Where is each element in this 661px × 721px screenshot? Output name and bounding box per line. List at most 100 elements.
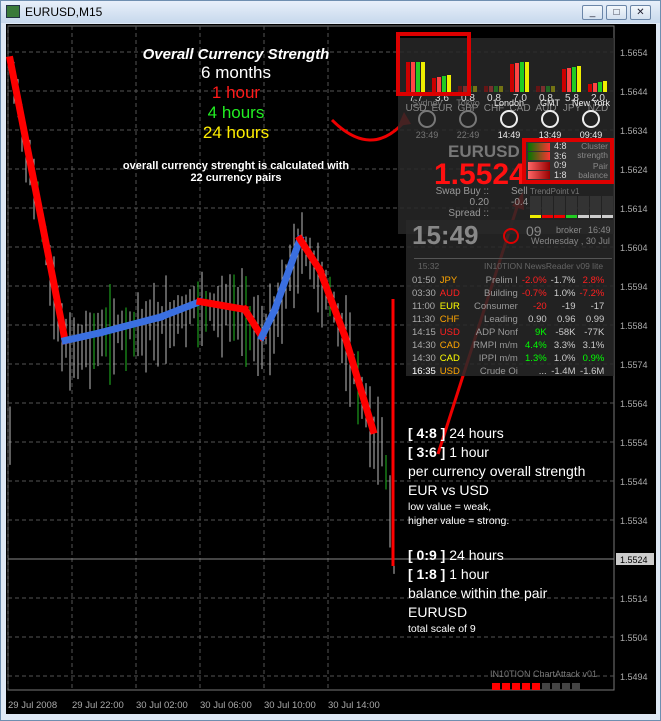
trend-segment bbox=[315, 265, 350, 342]
swap-label: Swap Buy :: bbox=[435, 186, 489, 197]
news-time: 11:00 bbox=[412, 301, 436, 312]
period-1hour: 1 hour bbox=[211, 83, 261, 102]
news-event: Leading bbox=[484, 314, 518, 325]
trend-segment bbox=[270, 234, 305, 314]
news-row[interactable]: 16:35 USD Crude Oi... -1.4M -1.6M bbox=[410, 365, 606, 378]
news-row[interactable]: 11:30 CHF Leading 0.90 0.96 0.99 bbox=[410, 313, 606, 326]
chartattack-cell bbox=[502, 683, 510, 690]
news-time: 11:30 bbox=[412, 314, 436, 325]
clock-city: GMT bbox=[540, 98, 560, 108]
trendpoint-bar bbox=[602, 196, 613, 218]
news-row[interactable]: 01:50 JPY Prelim I -2.0% -1.7% 2.8% bbox=[410, 274, 606, 287]
news-time: 03:30 bbox=[412, 288, 436, 299]
news-currency: CAD bbox=[439, 340, 460, 351]
clock-city: Tokyo bbox=[456, 98, 480, 108]
trendpoint-bar bbox=[578, 196, 589, 218]
chart-icon bbox=[6, 5, 20, 18]
annotation-text: per currency overall strength bbox=[408, 463, 586, 479]
trendpoint-label: TrendPoint v1 bbox=[530, 187, 580, 196]
price-tick: 1.5554 bbox=[620, 438, 648, 448]
broker-label: broker bbox=[556, 225, 582, 235]
price-tick: 1.5564 bbox=[620, 399, 648, 409]
chartattack-cell bbox=[532, 683, 540, 690]
news-event: Consumer bbox=[474, 301, 518, 312]
clock-time: 22:49 bbox=[456, 130, 480, 140]
news-forecast: 0.96 bbox=[557, 314, 576, 325]
clock-icon bbox=[418, 110, 436, 128]
annotation-cluster: [ 4:8 ] 24 hours [ 3:6 ] 1 hour per curr… bbox=[408, 424, 585, 528]
price-tick: 1.5594 bbox=[620, 282, 648, 292]
chartattack-label: IN10TION ChartAttack v01 bbox=[490, 669, 598, 679]
news-event: IPPI m/m bbox=[478, 353, 518, 364]
price-tick: 1.5624 bbox=[620, 165, 648, 175]
cluster-strength-label: Cluster strength bbox=[577, 141, 608, 160]
chartattack-cell bbox=[552, 683, 560, 690]
clock-icon bbox=[541, 110, 559, 128]
period-label: 24 hours bbox=[449, 547, 504, 563]
news-time: 14:30 bbox=[412, 353, 436, 364]
news-forecast: -58K bbox=[555, 327, 576, 338]
news-currency: CHF bbox=[439, 314, 460, 325]
news-forecast: 3.3% bbox=[553, 340, 576, 351]
price-tick: 1.5514 bbox=[620, 594, 648, 604]
news-time: 01:50 bbox=[412, 275, 436, 286]
news-actual: -20 bbox=[532, 301, 547, 312]
news-event: Building bbox=[484, 288, 518, 299]
trend-segment bbox=[6, 55, 70, 345]
swap-info: Swap Buy :: 0.20 Spread :: bbox=[431, 186, 489, 219]
trendpoint-bar bbox=[566, 196, 577, 218]
price-tick: 1.5544 bbox=[620, 477, 648, 487]
swap-sell-info: Sell -0.4 bbox=[511, 186, 528, 208]
news-previous: 2.8% bbox=[582, 275, 605, 286]
price-tick: 1.5534 bbox=[620, 516, 648, 526]
chartattack-cell bbox=[572, 683, 580, 690]
news-forecast: 1.0% bbox=[553, 353, 576, 364]
code-label: [ 1:8 ] bbox=[408, 566, 446, 582]
note-line: 22 currency pairs bbox=[190, 172, 282, 184]
highlight-frame bbox=[396, 32, 471, 96]
trend-segment bbox=[239, 304, 267, 342]
news-time: 15:32 bbox=[418, 261, 440, 271]
note-line: overall currency strenght is calculated … bbox=[122, 160, 350, 172]
news-forecast: -1.7% bbox=[550, 275, 576, 286]
annotation-text: balance within the pair bbox=[408, 585, 548, 601]
news-previous: 0.99 bbox=[585, 314, 605, 325]
period-6months: 6 months bbox=[201, 63, 271, 82]
price-tick: 1.5614 bbox=[620, 204, 648, 214]
period-label: 1 hour bbox=[449, 444, 489, 460]
news-table: 01:50 JPY Prelim I -2.0% -1.7% 2.8% 03:30 AUD Bu… bbox=[410, 274, 606, 378]
trend-segment bbox=[340, 332, 378, 435]
broker-clock: 15:49 bbox=[412, 220, 479, 250]
news-currency: AUD bbox=[439, 288, 460, 299]
minimize-button[interactable]: _ bbox=[582, 5, 603, 20]
news-time: 14:15 bbox=[412, 327, 436, 338]
clock-tokyo: Tokyo 22:49 bbox=[447, 98, 489, 140]
news-currency: JPY bbox=[439, 275, 458, 286]
maximize-button[interactable]: □ bbox=[606, 5, 627, 20]
clock-icon bbox=[500, 110, 518, 128]
news-row[interactable]: 11:00 EUR Consumer -20 -19 -17 bbox=[410, 300, 606, 313]
news-actual: 9K bbox=[535, 327, 547, 338]
clock-gmt: GMT 13:49 bbox=[529, 98, 571, 140]
news-actual: 1.3% bbox=[525, 353, 547, 364]
price-chart[interactable]: 1.5654 1.5644 1.5634 1.5624 1.5614 1.5604 1.55… bbox=[6, 24, 656, 714]
news-row[interactable]: 03:30 AUD Building -0.7% 1.0% -7.2% bbox=[410, 287, 606, 300]
clock-new-york: New York 09:49 bbox=[570, 98, 612, 140]
news-row[interactable]: 14:30 CAD IPPI m/m 1.3% 1.0% 0.9% bbox=[410, 352, 606, 365]
pair-balance-label: Pair balance bbox=[578, 161, 608, 180]
price-tick: 1.5584 bbox=[620, 321, 648, 331]
news-previous: -7.2% bbox=[579, 288, 605, 299]
close-button[interactable]: ✕ bbox=[630, 5, 651, 20]
news-event: Crude Oi bbox=[479, 366, 518, 377]
news-row[interactable]: 14:30 CAD RMPI m/m 4.4% 3.3% 3.1% bbox=[410, 339, 606, 352]
trendpoint-bar bbox=[554, 196, 565, 218]
swap-buy: 0.20 bbox=[469, 197, 489, 208]
news-time: 14:30 bbox=[412, 340, 436, 351]
sell-label: Sell bbox=[511, 186, 528, 197]
news-previous: -77K bbox=[584, 327, 605, 338]
news-previous: 0.9% bbox=[582, 353, 605, 364]
news-actual: -2.0% bbox=[521, 275, 547, 286]
news-currency: EUR bbox=[439, 301, 460, 312]
news-row[interactable]: 14:15 USD ADP Nonf 9K -58K -77K bbox=[410, 326, 606, 339]
swap-sell: -0.4 bbox=[511, 197, 529, 208]
